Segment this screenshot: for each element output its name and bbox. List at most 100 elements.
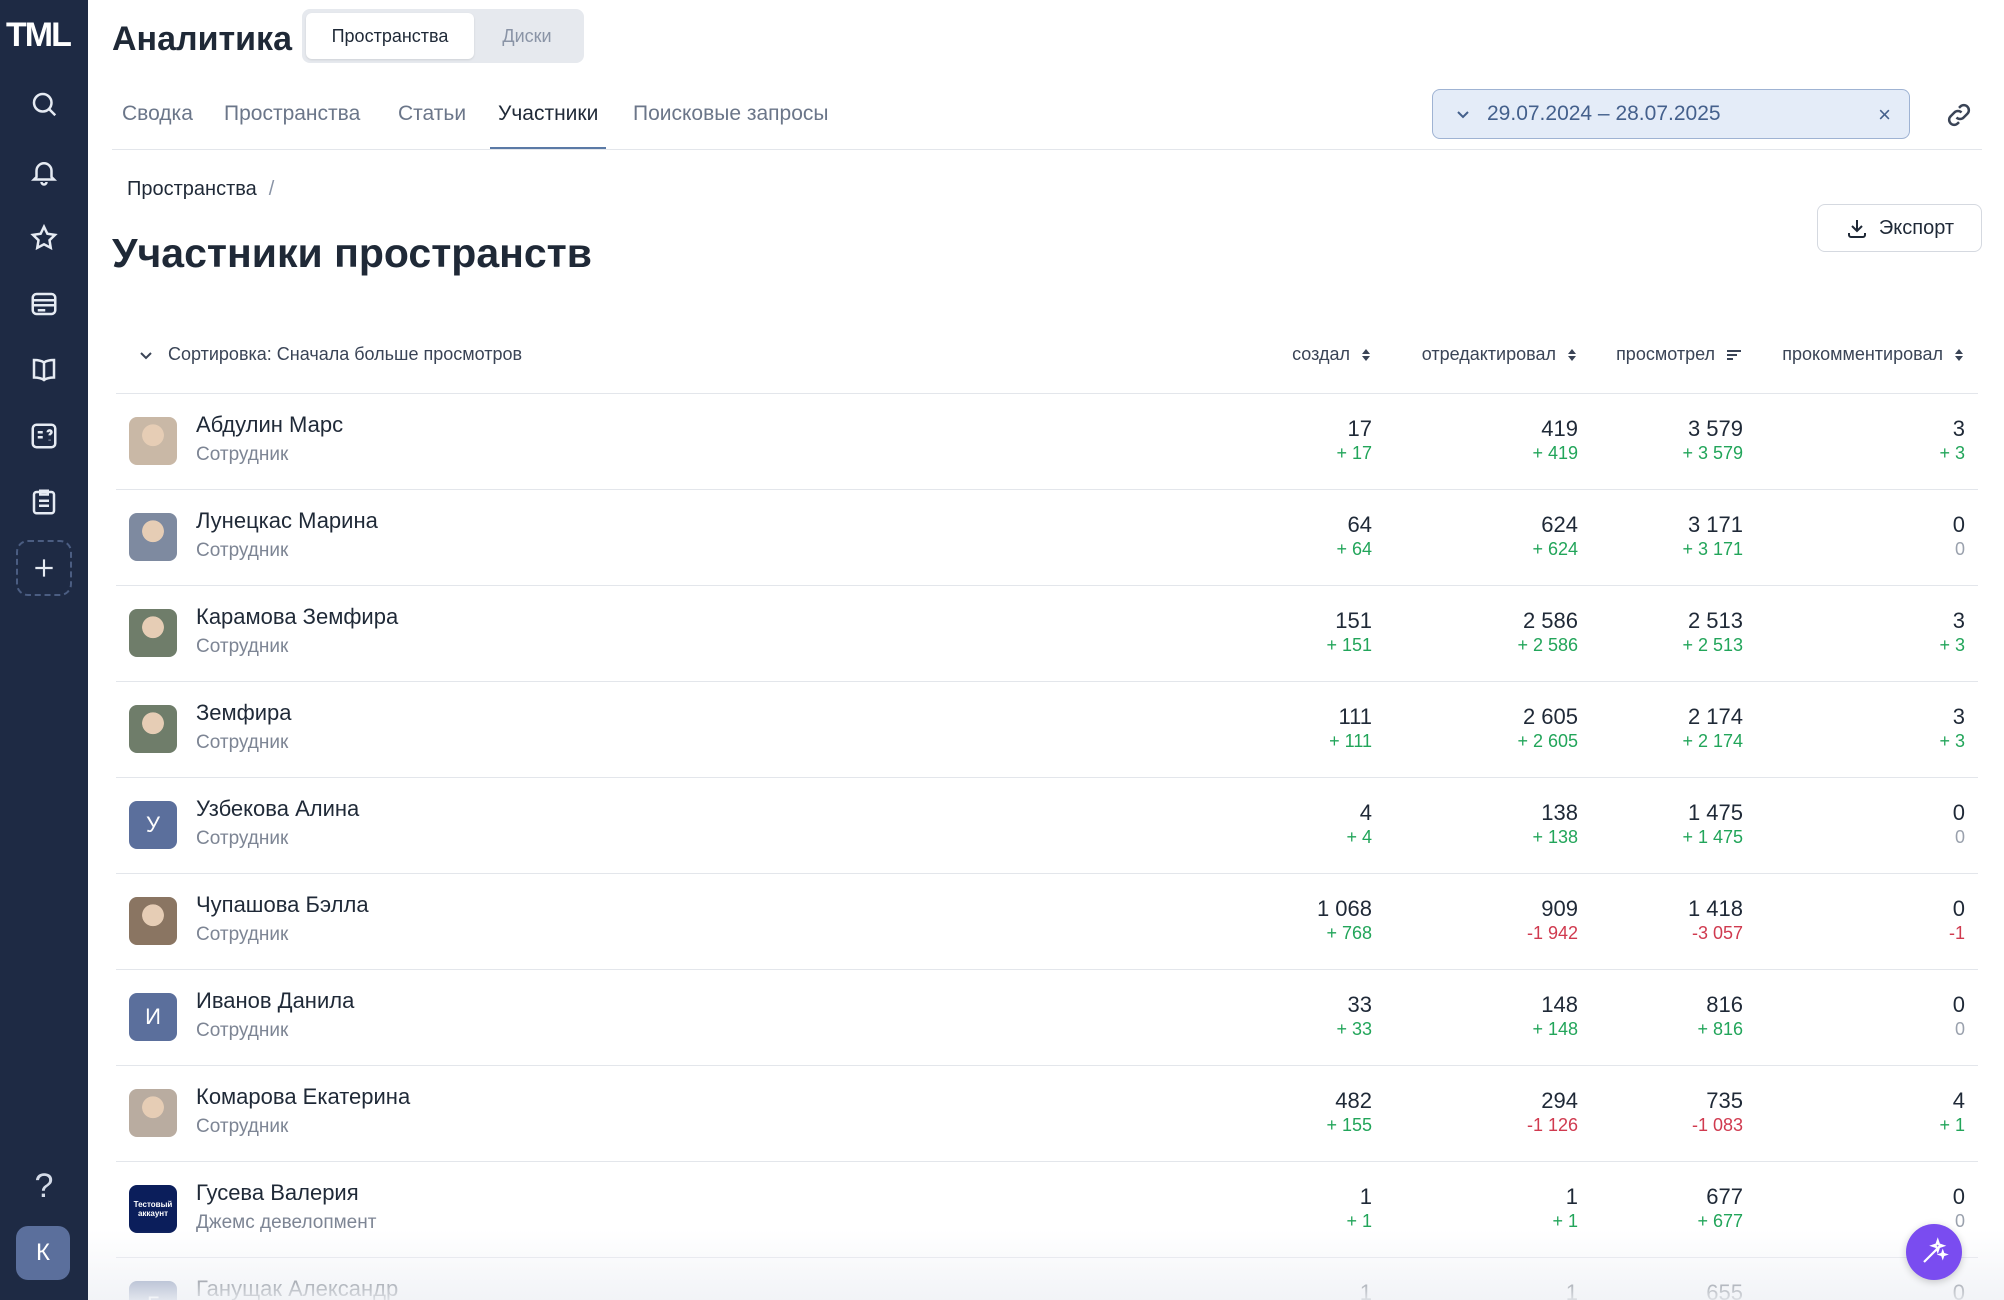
- clear-date-icon[interactable]: ×: [1878, 102, 1891, 128]
- commented-value: 0: [1952, 1184, 1965, 1209]
- commented-delta: + 1: [1939, 1115, 1965, 1135]
- table-row[interactable]: Карамова Земфира Сотрудник 151 + 151 2 58…: [116, 586, 1978, 682]
- viewed-value: 816: [1706, 992, 1743, 1017]
- created-cell: 482 + 155: [1326, 1088, 1372, 1136]
- participant-name[interactable]: Узбекова Алина: [196, 796, 359, 822]
- viewed-cell: 3 171 + 3 171: [1682, 512, 1743, 560]
- participant-role: Сотрудник: [196, 1020, 289, 1041]
- table-row[interactable]: У Узбекова Алина Сотрудник 4 + 4 138 + 138…: [116, 778, 1978, 874]
- link-icon[interactable]: [1944, 100, 1974, 130]
- participant-name[interactable]: Абдулин Марс: [196, 412, 343, 438]
- participant-name[interactable]: Земфира: [196, 700, 292, 726]
- help-icon[interactable]: ?: [22, 1164, 66, 1208]
- edited-delta: -1 942: [1526, 923, 1578, 943]
- participant-name[interactable]: Ганущак Александр: [196, 1276, 398, 1300]
- tab-summary[interactable]: Сводка: [122, 92, 193, 150]
- edited-delta: + 2 586: [1517, 635, 1578, 655]
- faq-icon[interactable]: [22, 414, 66, 458]
- breadcrumb-separator: /: [268, 178, 275, 200]
- edited-value: 909: [1541, 896, 1578, 921]
- spaces-icon[interactable]: [22, 282, 66, 326]
- participant-name[interactable]: Иванов Данила: [196, 988, 354, 1014]
- viewed-value: 2 513: [1687, 608, 1743, 633]
- commented-delta: 0: [1954, 539, 1965, 559]
- created-value: 482: [1335, 1088, 1372, 1113]
- tab-articles[interactable]: Статьи: [398, 92, 466, 150]
- tab-search-queries[interactable]: Поисковые запросы: [633, 92, 829, 150]
- date-range-picker[interactable]: 29.07.2024 – 28.07.2025 ×: [1432, 89, 1910, 139]
- participant-name[interactable]: Карамова Земфира: [196, 604, 398, 630]
- created-value: 17: [1347, 416, 1372, 441]
- column-viewed[interactable]: просмотрел: [1616, 344, 1743, 365]
- sidebar: TML ? К: [0, 0, 88, 1300]
- participant-name[interactable]: Гусева Валерия: [196, 1180, 359, 1206]
- tab-participants[interactable]: Участники: [489, 92, 607, 150]
- export-button[interactable]: Экспорт: [1817, 204, 1982, 252]
- participant-name[interactable]: Лунецкас Марина: [196, 508, 378, 534]
- column-commented[interactable]: прокомментировал: [1782, 344, 1965, 365]
- star-icon[interactable]: [22, 216, 66, 260]
- bell-icon[interactable]: [22, 150, 66, 194]
- table-row[interactable]: Комарова Екатерина Сотрудник 482 + 155 29…: [116, 1066, 1978, 1162]
- sort-dropdown[interactable]: Сортировка: Сначала больше просмотров: [138, 344, 522, 365]
- column-edited[interactable]: отредактировал: [1422, 344, 1578, 365]
- participant-name[interactable]: Комарова Екатерина: [196, 1084, 410, 1110]
- commented-cell: 3 + 3: [1939, 416, 1965, 464]
- add-space-button[interactable]: [16, 540, 72, 596]
- edited-value: 1: [1565, 1184, 1578, 1209]
- viewed-value: 655: [1706, 1280, 1743, 1300]
- tab-spaces[interactable]: Пространства: [224, 92, 360, 150]
- viewed-delta: + 677: [1697, 1211, 1743, 1231]
- commented-cell: 3 + 3: [1939, 704, 1965, 752]
- breadcrumb-spaces[interactable]: Пространства: [127, 178, 257, 200]
- scope-spaces[interactable]: Пространства: [306, 13, 474, 59]
- created-delta: + 4: [1346, 827, 1372, 847]
- created-value: 111: [1338, 704, 1372, 729]
- user-avatar[interactable]: К: [16, 1226, 70, 1280]
- table-row[interactable]: Земфира Сотрудник 111 + 111 2 605 + 2 605 …: [116, 682, 1978, 778]
- commented-cell: 00: [1953, 512, 1965, 560]
- avatar: [129, 1089, 177, 1137]
- table-row[interactable]: Г Ганущак Александр 1 1 655 0: [116, 1258, 1978, 1300]
- commented-delta: 0: [1954, 1019, 1965, 1039]
- table-row[interactable]: И Иванов Данила Сотрудник 33 + 33 148 + 14…: [116, 970, 1978, 1066]
- plus-icon: [35, 559, 53, 577]
- column-commented-label: прокомментировал: [1782, 344, 1943, 364]
- viewed-cell: 655: [1706, 1280, 1743, 1300]
- viewed-delta: -3 057: [1691, 923, 1743, 943]
- viewed-value: 2 174: [1687, 704, 1743, 729]
- scope-disks[interactable]: Диски: [474, 13, 580, 59]
- search-icon[interactable]: [22, 82, 66, 126]
- ai-assistant-button[interactable]: [1906, 1224, 1962, 1280]
- export-label: Экспорт: [1878, 216, 1955, 239]
- avatar: [129, 897, 177, 945]
- participant-name[interactable]: Чупашова Бэлла: [196, 892, 369, 918]
- viewed-cell: 2 174 + 2 174: [1682, 704, 1743, 752]
- commented-delta: + 3: [1939, 731, 1965, 751]
- sort-label: Сортировка: Сначала больше просмотров: [168, 344, 523, 364]
- column-created[interactable]: создал: [1292, 344, 1372, 365]
- viewed-cell: 816 + 816: [1697, 992, 1743, 1040]
- viewed-value: 735: [1706, 1088, 1743, 1113]
- app-title: Аналитика: [112, 20, 292, 58]
- edited-value: 1: [1565, 1280, 1578, 1300]
- commented-delta: -1: [1948, 923, 1965, 943]
- edited-delta: -1 126: [1526, 1115, 1578, 1135]
- edited-value: 2 586: [1522, 608, 1578, 633]
- clipboard-icon[interactable]: [22, 480, 66, 524]
- created-cell: 151 + 151: [1326, 608, 1372, 656]
- table-row[interactable]: Чупашова Бэлла Сотрудник 1 068 + 768 909-…: [116, 874, 1978, 970]
- book-icon[interactable]: [22, 348, 66, 392]
- table-row[interactable]: Лунецкас Марина Сотрудник 64 + 64 624 + 62…: [116, 490, 1978, 586]
- viewed-value: 677: [1706, 1184, 1743, 1209]
- commented-value: 0: [1952, 992, 1965, 1017]
- created-cell: 1 068 + 768: [1317, 896, 1372, 944]
- table-row[interactable]: Абдулин Марс Сотрудник 17 + 17 419 + 419 3…: [116, 394, 1978, 490]
- app-logo[interactable]: TML: [6, 16, 82, 54]
- edited-value: 419: [1541, 416, 1578, 441]
- page-title: Участники пространств: [112, 230, 592, 276]
- created-delta: + 17: [1336, 443, 1372, 463]
- commented-delta: + 3: [1939, 635, 1965, 655]
- table-row[interactable]: Тестовый аккаунт Гусева Валерия Джемс де…: [116, 1162, 1978, 1258]
- commented-value: 0: [1952, 896, 1965, 921]
